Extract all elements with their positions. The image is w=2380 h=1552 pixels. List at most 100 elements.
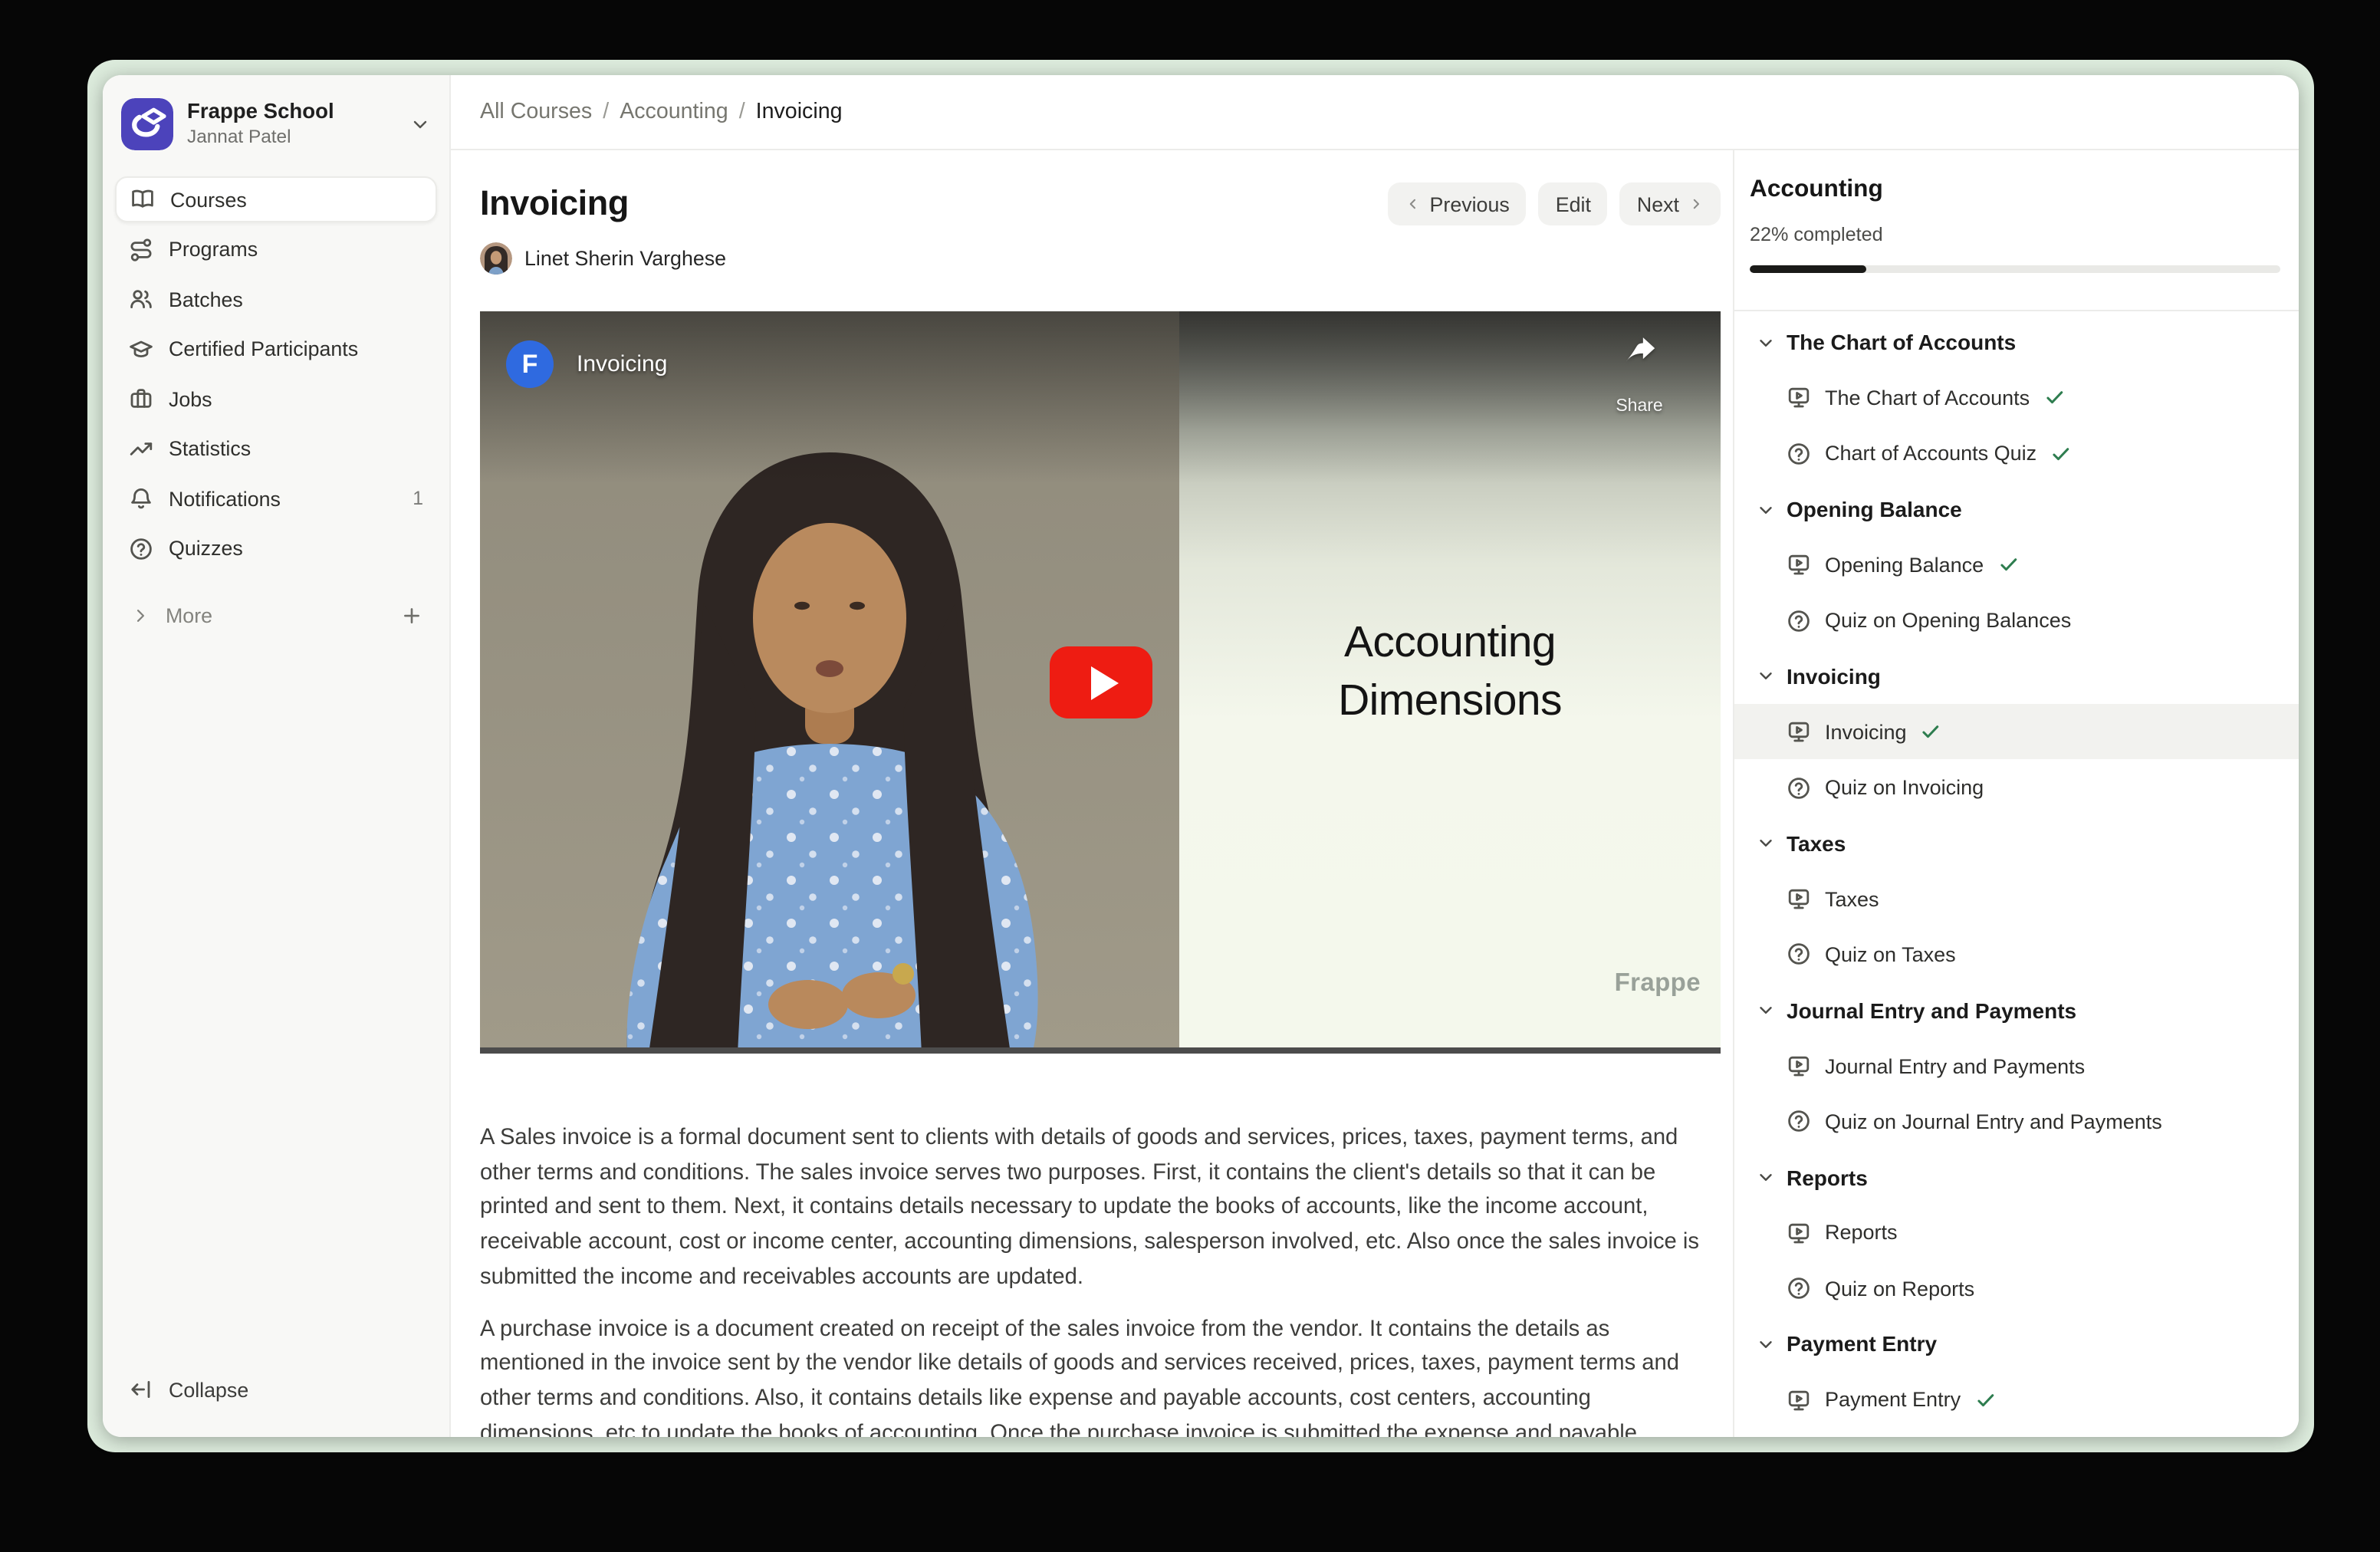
sidebar-item-batches[interactable]: Batches bbox=[115, 276, 437, 322]
outline-lesson[interactable]: Reports bbox=[1734, 1205, 2299, 1261]
outline-lesson[interactable]: Payment Entry bbox=[1734, 1372, 2299, 1428]
course-progress-label: 22% completed bbox=[1750, 222, 2280, 247]
instructor-byline: Linet Sherin Varghese bbox=[480, 242, 1721, 275]
outline-item-label: Invoicing bbox=[1825, 720, 1907, 743]
sidebar-nav: Courses Programs Batches Certified Parti… bbox=[115, 176, 437, 571]
previous-button[interactable]: Previous bbox=[1389, 182, 1527, 225]
video-channel-chip[interactable]: F Invoicing bbox=[506, 340, 667, 388]
page-title: Invoicing bbox=[480, 184, 629, 224]
outline-item-label: Chart of Accounts Quiz bbox=[1825, 442, 2036, 465]
instructor-name: Linet Sherin Varghese bbox=[524, 247, 726, 270]
outline-item-label: Reports bbox=[1825, 1222, 1898, 1245]
breadcrumb-separator: / bbox=[603, 100, 609, 124]
collapse-label: Collapse bbox=[169, 1378, 248, 1401]
video-progress-bar[interactable] bbox=[480, 1047, 1721, 1054]
outline-section-taxes[interactable]: Taxes bbox=[1734, 815, 2299, 871]
outline-item-label: The Chart of Accounts bbox=[1825, 386, 2030, 409]
outline-section-journal-entry[interactable]: Journal Entry and Payments bbox=[1734, 982, 2299, 1038]
outline-lesson[interactable]: Taxes bbox=[1734, 871, 2299, 927]
share-label: Share bbox=[1601, 397, 1678, 416]
sidebar-item-label: Batches bbox=[169, 288, 243, 311]
workspace-user: Jannat Patel bbox=[187, 126, 396, 148]
chevron-down-icon bbox=[1756, 666, 1776, 686]
lesson-nav-buttons: Previous Edit Next bbox=[1389, 182, 1721, 225]
outline-lesson[interactable]: Opening Balance bbox=[1734, 537, 2299, 593]
workspace-info: Frappe School Jannat Patel bbox=[187, 100, 396, 148]
outline-section-invoicing[interactable]: Invoicing bbox=[1734, 649, 2299, 705]
course-outline-sidebar: Accounting 22% completed The Chart of Ac… bbox=[1733, 150, 2299, 1437]
lesson-video-icon bbox=[1787, 1221, 1811, 1245]
sidebar-item-jobs[interactable]: Jobs bbox=[115, 376, 437, 422]
sidebar-item-courses[interactable]: Courses bbox=[115, 176, 437, 222]
outline-item-label: Quiz on Invoicing bbox=[1825, 776, 1984, 799]
plus-icon[interactable] bbox=[400, 604, 423, 627]
play-button[interactable] bbox=[1049, 646, 1152, 718]
bell-icon bbox=[129, 486, 153, 511]
breadcrumb-accounting[interactable]: Accounting bbox=[620, 100, 728, 124]
completed-check-icon bbox=[1921, 721, 1942, 742]
outline-section-reports[interactable]: Reports bbox=[1734, 1149, 2299, 1205]
outline-quiz[interactable]: Quiz on Opening Balances bbox=[1734, 593, 2299, 649]
outline-item-label: Quiz on Reports bbox=[1825, 1277, 1974, 1300]
lesson-video-icon bbox=[1787, 719, 1811, 744]
content-column: All Courses / Accounting / Invoicing Inv… bbox=[451, 75, 2299, 1437]
sidebar-item-programs[interactable]: Programs bbox=[115, 226, 437, 272]
chevron-down-icon bbox=[1756, 1334, 1776, 1354]
sidebar-item-label: Statistics bbox=[169, 437, 251, 460]
help-circle-icon bbox=[129, 536, 153, 561]
chevron-down-icon bbox=[1756, 499, 1776, 519]
sidebar-item-quizzes[interactable]: Quizzes bbox=[115, 525, 437, 571]
video-player[interactable]: Accounting Dimensions F Invoicing bbox=[480, 311, 1721, 1054]
lesson-title-row: Invoicing Previous Edit Nex bbox=[480, 182, 1721, 225]
sidebar-more-toggle[interactable]: More bbox=[115, 593, 437, 639]
lesson-main: Invoicing Previous Edit Nex bbox=[451, 150, 1733, 1437]
instructor-avatar bbox=[480, 242, 512, 275]
lesson-paragraph: A purchase invoice is a document created… bbox=[480, 1312, 1716, 1437]
workspace-title: Frappe School bbox=[187, 100, 396, 126]
frappe-watermark: Frappe bbox=[1615, 969, 1701, 998]
course-title: Accounting bbox=[1750, 175, 2280, 206]
outline-item-label: Quiz on Opening Balances bbox=[1825, 609, 2071, 632]
quiz-question-icon bbox=[1787, 1276, 1811, 1300]
share-button[interactable]: Share bbox=[1601, 333, 1678, 416]
quiz-question-icon bbox=[1787, 942, 1811, 967]
course-progress-fill bbox=[1750, 265, 1866, 272]
lesson-video-icon bbox=[1787, 886, 1811, 911]
breadcrumb-all-courses[interactable]: All Courses bbox=[480, 100, 592, 124]
quiz-question-icon bbox=[1787, 775, 1811, 800]
chevron-left-icon bbox=[1405, 196, 1421, 212]
breadcrumb-bar: All Courses / Accounting / Invoicing bbox=[451, 75, 2299, 150]
section-title: Payment Entry bbox=[1787, 1332, 1937, 1356]
completed-check-icon bbox=[2050, 442, 2072, 464]
next-button[interactable]: Next bbox=[1620, 182, 1721, 225]
channel-avatar: F bbox=[506, 340, 554, 388]
outline-lesson[interactable]: The Chart of Accounts bbox=[1734, 370, 2299, 426]
sidebar-item-statistics[interactable]: Statistics bbox=[115, 426, 437, 472]
screen: Frappe School Jannat Patel Courses Progr… bbox=[0, 0, 2380, 1552]
edit-button[interactable]: Edit bbox=[1539, 182, 1608, 225]
outline-lesson-current[interactable]: Invoicing bbox=[1734, 704, 2299, 760]
outline-lesson[interactable]: Journal Entry and Payments bbox=[1734, 1038, 2299, 1094]
outline-quiz[interactable]: Quiz on Taxes bbox=[1734, 927, 2299, 983]
outline-quiz[interactable]: Chart of Accounts Quiz bbox=[1734, 426, 2299, 482]
outline-quiz[interactable]: Quiz on Reports bbox=[1734, 1261, 2299, 1317]
completed-check-icon bbox=[2043, 387, 2065, 409]
edit-label: Edit bbox=[1556, 192, 1591, 215]
outline-quiz[interactable]: Quiz on Journal Entry and Payments bbox=[1734, 1093, 2299, 1149]
outline-section-opening-balance[interactable]: Opening Balance bbox=[1734, 482, 2299, 538]
sidebar-item-notifications[interactable]: Notifications 1 bbox=[115, 475, 437, 521]
outline-item-label: Payment Entry bbox=[1825, 1389, 1961, 1412]
outline-section-chart-of-accounts[interactable]: The Chart of Accounts bbox=[1734, 314, 2299, 370]
sidebar-item-label: Jobs bbox=[169, 387, 212, 410]
lesson-video-icon bbox=[1787, 1054, 1811, 1078]
play-icon bbox=[1090, 666, 1118, 699]
chevron-down-icon bbox=[1756, 1000, 1776, 1020]
outline-quiz[interactable]: Quiz on Invoicing bbox=[1734, 760, 2299, 816]
sidebar-item-certified-participants[interactable]: Certified Participants bbox=[115, 326, 437, 372]
workspace-switcher[interactable]: Frappe School Jannat Patel bbox=[115, 95, 437, 153]
share-arrow-icon bbox=[1622, 333, 1657, 368]
body-row: Invoicing Previous Edit Nex bbox=[451, 150, 2299, 1437]
outline-section-payment-entry[interactable]: Payment Entry bbox=[1734, 1317, 2299, 1373]
collapse-sidebar-button[interactable]: Collapse bbox=[115, 1366, 437, 1412]
chevron-down-icon bbox=[409, 113, 431, 135]
